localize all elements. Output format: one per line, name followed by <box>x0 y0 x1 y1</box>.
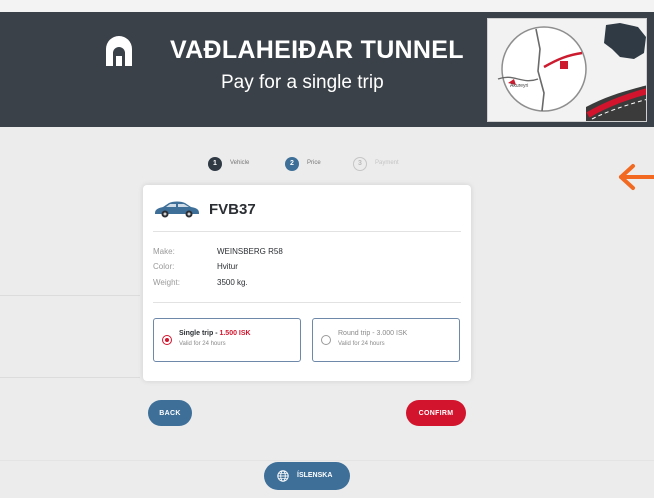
single-trip-validity: Valid for 24 hours <box>179 341 226 347</box>
spec-key: Color: <box>153 262 175 271</box>
step-number: 3 <box>353 157 367 171</box>
back-button[interactable]: BACK <box>148 400 192 426</box>
divider <box>153 302 461 303</box>
round-trip-price: 3.000 ISK <box>376 330 408 337</box>
language-label: ÍSLENSKA <box>297 472 333 479</box>
single-trip-price: 1.500 ISK <box>219 330 251 337</box>
step-number: 2 <box>285 157 299 171</box>
spec-value: WEINSBERG R58 <box>217 247 283 256</box>
annotation-arrow-icon <box>619 164 654 190</box>
header-top-strip <box>0 0 654 12</box>
confirm-button[interactable]: CONFIRM <box>406 400 466 426</box>
spec-value: Hvitur <box>217 262 238 271</box>
step-label: Vehicle <box>230 160 250 166</box>
round-trip-title: Round trip - 3.000 ISK <box>338 330 408 337</box>
spec-value: 3500 kg. <box>217 278 248 287</box>
language-button[interactable]: ÍSLENSKA <box>264 462 350 490</box>
background-line <box>0 460 654 461</box>
vehicle-card: FVB37 Make: WEINSBERG R58 Color: Hvitur … <box>143 185 471 381</box>
page-title: VAÐLAHEIÐAR TUNNEL <box>170 36 464 64</box>
background-line <box>0 295 140 296</box>
single-trip-radio[interactable] <box>162 335 172 345</box>
round-trip-option[interactable]: Round trip - 3.000 ISK Valid for 24 hour… <box>312 318 460 362</box>
background-line <box>0 377 140 378</box>
step-label: Price <box>307 160 321 166</box>
round-trip-radio[interactable] <box>321 335 331 345</box>
round-trip-label: Round trip <box>338 330 371 337</box>
license-plate: FVB37 <box>209 201 256 218</box>
divider <box>153 231 461 232</box>
page-subtitle: Pay for a single trip <box>221 72 384 93</box>
map-illustration-icon <box>488 19 646 121</box>
car-icon <box>155 201 199 218</box>
site-header: VAÐLAHEIÐAR TUNNEL Pay for a single trip… <box>0 12 654 127</box>
tunnel-logo-icon <box>106 36 132 66</box>
spec-key: Weight: <box>153 278 180 287</box>
round-trip-validity: Valid for 24 hours <box>338 341 385 347</box>
single-trip-option[interactable]: Single trip - 1.500 ISK Valid for 24 hou… <box>153 318 301 362</box>
spec-key: Make: <box>153 247 175 256</box>
tunnel-map-image: Akureyri <box>487 18 647 122</box>
single-trip-label: Single trip <box>179 330 214 337</box>
step-label: Payment <box>375 160 399 166</box>
single-trip-title: Single trip - 1.500 ISK <box>179 330 251 337</box>
step-number: 1 <box>208 157 222 171</box>
map-label: Akureyri <box>510 83 529 89</box>
globe-icon <box>277 470 289 482</box>
